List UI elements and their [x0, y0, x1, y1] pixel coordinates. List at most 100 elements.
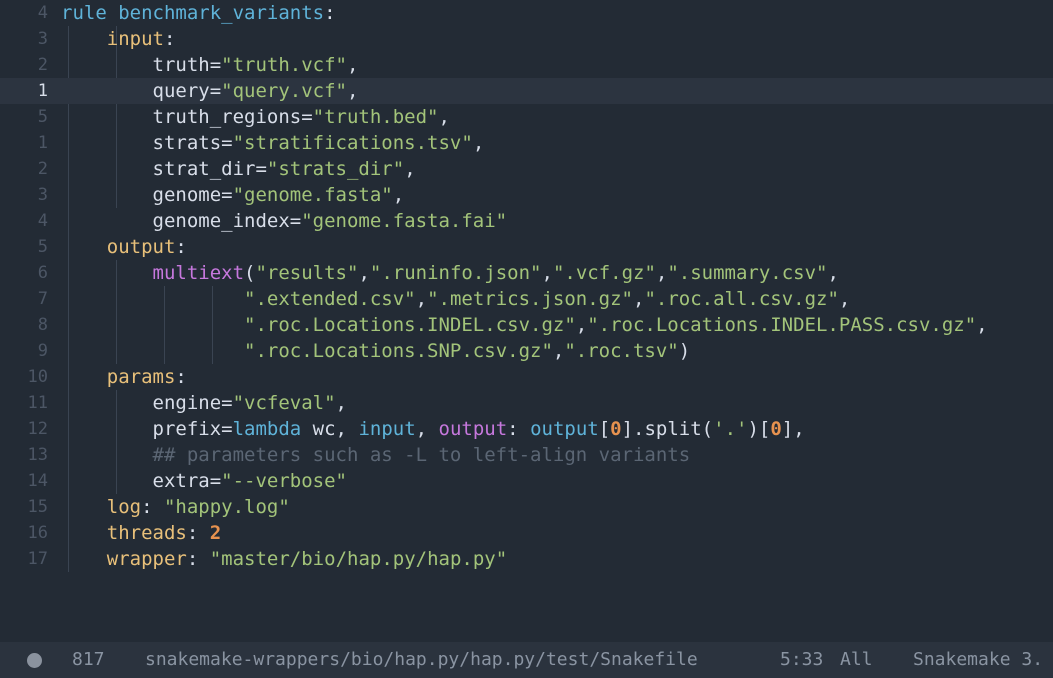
code-line[interactable]: 13 ## parameters such as -L to left-alig…: [0, 442, 1053, 468]
code-token: "results": [255, 262, 359, 284]
code-token: genome=: [61, 184, 233, 206]
code-token: ,: [655, 262, 668, 284]
code-token: 2: [209, 522, 222, 544]
code-line[interactable]: 12 prefix=lambda wc, input, output: outp…: [0, 416, 1053, 442]
code-token: strat_dir=: [61, 158, 267, 180]
code-token: "query.vcf": [221, 80, 347, 102]
code-token: output: [106, 236, 176, 258]
line-number: 5: [37, 107, 48, 127]
code-token: ,: [392, 184, 405, 206]
line-code: wrapper: "master/bio/hap.py/hap.py": [61, 546, 507, 572]
code-line[interactable]: 2 strat_dir="strats_dir",: [0, 156, 1053, 182]
code-line[interactable]: 15 log: "happy.log": [0, 494, 1053, 520]
line-number: 4: [37, 211, 48, 231]
code-token: ".roc.Locations.INDEL.PASS.csv.gz": [587, 314, 977, 336]
code-line[interactable]: 7 ".extended.csv",".metrics.json.gz",".r…: [0, 286, 1053, 312]
code-token: ".summary.csv": [667, 262, 828, 284]
code-token: :: [324, 2, 336, 24]
code-token: strats=: [61, 132, 233, 154]
code-token: '.': [713, 418, 748, 440]
code-token: genome_index=: [61, 210, 302, 232]
line-number: 5: [37, 237, 48, 257]
line-number: 11: [27, 393, 48, 413]
code-token: :: [186, 522, 210, 544]
line-code: truth="truth.vcf",: [61, 52, 359, 78]
code-token: ,: [404, 158, 416, 180]
line-count: 817: [72, 649, 105, 670]
status-bar: 817 snakemake-wrappers/bio/hap.py/hap.py…: [0, 642, 1053, 678]
code-token: query=: [61, 80, 222, 102]
line-code: strats="stratifications.tsv",: [61, 130, 485, 156]
code-line[interactable]: 1 query="query.vcf",: [0, 78, 1053, 104]
code-token: "truth.bed": [312, 106, 439, 128]
line-code: prefix=lambda wc, input, output: output[…: [61, 416, 805, 442]
line-number: 1: [37, 133, 48, 153]
line-number: 14: [27, 471, 48, 491]
line-number: 6: [37, 263, 48, 283]
code-token: "vcfeval": [232, 392, 336, 414]
code-line[interactable]: 2 truth="truth.vcf",: [0, 52, 1053, 78]
code-line[interactable]: 3 genome="genome.fasta",: [0, 182, 1053, 208]
code-token: ".runinfo.json": [369, 262, 542, 284]
code-token: engine=: [61, 392, 233, 414]
cursor-position[interactable]: 5:33: [780, 642, 823, 678]
code-line[interactable]: 5 truth_regions="truth.bed",: [0, 104, 1053, 130]
file-path[interactable]: snakemake-wrappers/bio/hap.py/hap.py/tes…: [145, 642, 698, 678]
line-code: ".roc.Locations.INDEL.csv.gz",".roc.Loca…: [61, 312, 988, 338]
code-token: ,: [552, 340, 565, 362]
line-code: query="query.vcf",: [61, 78, 359, 104]
code-line[interactable]: 10 params:: [0, 364, 1053, 390]
code-token: ".roc.Locations.INDEL.csv.gz": [244, 314, 576, 336]
code-token: truth=: [61, 54, 222, 76]
code-token: ].split(: [621, 418, 714, 440]
line-number: 4: [37, 3, 48, 23]
code-line[interactable]: 3 input:: [0, 26, 1053, 52]
code-token: )[: [747, 418, 771, 440]
code-line[interactable]: 5 output:: [0, 234, 1053, 260]
code-line[interactable]: 4 genome_index="genome.fasta.fai": [0, 208, 1053, 234]
code-editor[interactable]: 4 rule benchmark_variants: 3 input: 2 truth…: [0, 0, 1053, 642]
code-token: 0: [610, 418, 622, 440]
line-number: 8: [37, 315, 48, 335]
code-line[interactable]: 8 ".roc.Locations.INDEL.csv.gz",".roc.Lo…: [0, 312, 1053, 338]
code-line[interactable]: 4 rule benchmark_variants:: [0, 0, 1053, 26]
code-token: "master/bio/hap.py/hap.py": [209, 548, 508, 570]
code-line[interactable]: 9 ".roc.Locations.SNP.csv.gz",".roc.tsv"…: [0, 338, 1053, 364]
code-token: ],: [781, 418, 805, 440]
line-code: rule benchmark_variants:: [61, 0, 336, 26]
code-line[interactable]: 16 threads: 2: [0, 520, 1053, 546]
code-line[interactable]: 6 multiext("results",".runinfo.json",".v…: [0, 260, 1053, 286]
line-code: ".extended.csv",".metrics.json.gz",".roc…: [61, 286, 850, 312]
code-token: "stratifications.tsv": [232, 132, 473, 154]
code-token: ".roc.Locations.SNP.csv.gz": [244, 340, 553, 362]
line-number: 9: [37, 341, 48, 361]
code-token: multiext: [152, 262, 245, 284]
code-token: :: [186, 548, 210, 570]
code-token: "truth.vcf": [221, 54, 347, 76]
code-token: "happy.log": [163, 496, 290, 518]
code-token: ,: [838, 288, 851, 310]
line-code: strat_dir="strats_dir",: [61, 156, 416, 182]
line-number: 2: [37, 159, 48, 179]
line-code: log: "happy.log": [61, 494, 290, 520]
code-token: ,: [976, 314, 988, 336]
code-token: ".vcf.gz": [552, 262, 656, 284]
code-token: :: [175, 366, 187, 388]
code-token: rule: [61, 2, 119, 24]
line-number: 13: [27, 445, 48, 465]
code-token: ,: [541, 262, 553, 284]
code-line[interactable]: 17 wrapper: "master/bio/hap.py/hap.py": [0, 546, 1053, 572]
code-line[interactable]: 14 extra="--verbose": [0, 468, 1053, 494]
code-line[interactable]: 1 strats="stratifications.tsv",: [0, 130, 1053, 156]
code-token: benchmark_variants: [118, 2, 325, 24]
code-token: :: [175, 236, 187, 258]
language-mode[interactable]: Snakemake 3.: [913, 642, 1043, 678]
line-number: 17: [27, 549, 48, 569]
code-line[interactable]: 11 engine="vcfeval",: [0, 390, 1053, 416]
line-number: 1: [37, 81, 48, 101]
code-token: ,: [335, 392, 347, 414]
code-token: output: [530, 418, 599, 440]
line-code: extra="--verbose": [61, 468, 348, 494]
